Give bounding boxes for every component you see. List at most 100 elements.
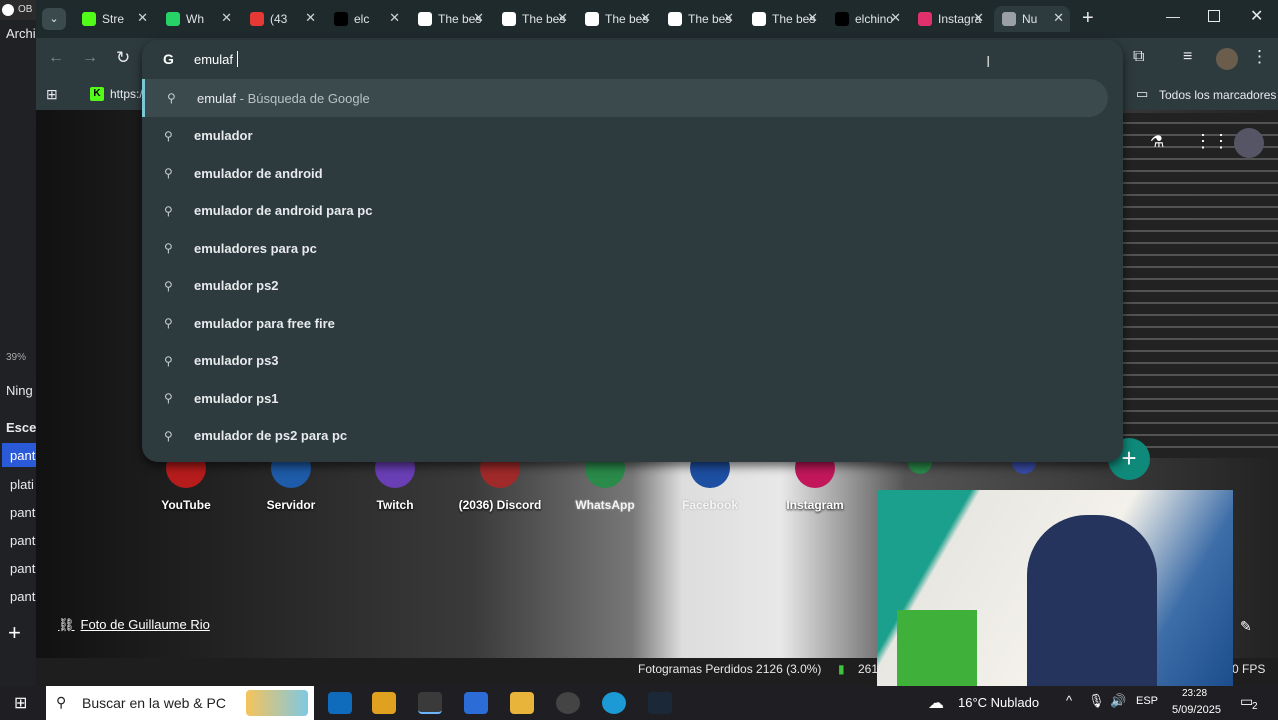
photo-credit-link[interactable]: ⛓ Foto de Guillaume Rio (58, 617, 210, 633)
close-tab-icon[interactable]: ✕ (305, 10, 316, 26)
close-tab-icon[interactable]: ✕ (723, 10, 734, 26)
suggestion-text: emuladores para pc (194, 241, 317, 256)
tab-7[interactable]: The bes ✕ (660, 6, 740, 32)
tab-label: Stre (102, 12, 125, 26)
tab-search-chevron-icon[interactable]: ⌄ (42, 8, 66, 30)
taskbar-search-box[interactable]: ⚲ Buscar en la web & PC (46, 686, 314, 720)
apps-icon[interactable]: ⊞ (46, 86, 58, 103)
forward-arrow-icon[interactable]: → (82, 49, 98, 67)
close-tab-icon[interactable]: ✕ (1053, 10, 1064, 26)
labs-flask-icon[interactable]: ⚗ (1150, 132, 1168, 151)
obs-add-scene-icon[interactable]: + (8, 622, 21, 644)
profile-avatar-toolbar[interactable] (1216, 48, 1238, 70)
tab-6[interactable]: The bes ✕ (577, 6, 657, 32)
shortcut-instagram[interactable]: Instagram (760, 448, 870, 512)
omnibox-suggestion[interactable]: ⚲ emulaf - Búsqueda de Google (142, 79, 1108, 117)
obs-scene-item[interactable]: pant (10, 505, 35, 520)
tab-10[interactable]: Instagra ✕ (910, 6, 990, 32)
signal-bars-icon: ▮ (838, 662, 845, 676)
language-indicator[interactable]: ESP (1136, 695, 1158, 707)
all-bookmarks-button[interactable]: Todos los marcadores (1159, 88, 1276, 102)
store-icon[interactable] (464, 692, 488, 714)
omnibox-suggestion[interactable]: ⚲ emulador ps3 (142, 342, 1108, 380)
file-explorer-icon[interactable] (510, 692, 534, 714)
close-tab-icon[interactable]: ✕ (473, 10, 484, 26)
maximize-button[interactable] (1208, 10, 1220, 22)
search-icon: ⚲ (164, 241, 173, 255)
new-tab-button[interactable]: + (1082, 8, 1094, 28)
tab-5[interactable]: The bes ✕ (494, 6, 574, 32)
shortcut-servidor[interactable]: Servidor (236, 448, 346, 512)
close-tab-icon[interactable]: ✕ (973, 10, 984, 26)
omnibox-suggestion[interactable]: ⚲ emulador ps2 (142, 267, 1108, 305)
tray-chevron-icon[interactable]: ^ (1066, 693, 1072, 708)
extensions-icon[interactable]: ⧉ (1133, 48, 1144, 66)
obs-scene-item[interactable]: plati (10, 477, 34, 492)
close-window-button[interactable]: ✕ (1250, 6, 1263, 26)
clock-time[interactable]: 23:28 (1182, 688, 1207, 699)
close-tab-icon[interactable]: ✕ (137, 10, 148, 26)
close-tab-icon[interactable]: ✕ (807, 10, 818, 26)
suggestion-text: emulador (194, 128, 253, 143)
shortcut-whatsapp[interactable]: WhatsApp (550, 448, 660, 512)
shortcut-youtube[interactable]: YouTube (131, 448, 241, 512)
suggestion-main: emulador ps3 (194, 353, 279, 368)
close-tab-icon[interactable]: ✕ (557, 10, 568, 26)
mic-icon[interactable]: 🎙 (1088, 693, 1105, 709)
edge-icon[interactable] (602, 692, 626, 714)
weather-cloud-icon: ☁ (928, 695, 944, 712)
obs-studio-icon[interactable] (556, 692, 580, 714)
media-queue-icon[interactable]: ≡ (1183, 48, 1192, 66)
omnibox-suggestion[interactable]: ⚲ emulador de ps2 para pc (142, 417, 1108, 455)
obs-scene-item[interactable]: pant (10, 589, 35, 604)
taskbar-search-input[interactable]: Buscar en la web & PC (82, 695, 226, 711)
reload-icon[interactable]: ↻ (116, 48, 130, 68)
customize-pencil-icon[interactable]: ✎ (1240, 618, 1252, 635)
tab-0[interactable]: Stre ✕ (74, 6, 154, 32)
outlook-icon[interactable] (328, 692, 352, 714)
kebab-menu-icon[interactable]: ⋮ (1251, 47, 1268, 67)
apps-grid-icon[interactable]: ⋮⋮⋮ (1194, 132, 1248, 152)
omnibox-suggestion[interactable]: ⚲ emulador de android para pc (142, 192, 1108, 230)
omnibox-input-row[interactable]: G emulaf (142, 40, 1123, 78)
obs-scene-item[interactable]: pant (10, 561, 35, 576)
shortcut-discord[interactable]: (2036) Discord (445, 448, 555, 512)
chrome-icon[interactable] (418, 692, 442, 714)
close-tab-icon[interactable]: ✕ (389, 10, 400, 26)
bookmark-link[interactable]: https:/ (110, 87, 143, 101)
obs-scene-selected[interactable]: pant (2, 443, 36, 467)
tab-8[interactable]: The bes ✕ (744, 6, 824, 32)
obs-source-none: Ning (6, 383, 33, 398)
speaker-icon[interactable]: 🔊 (1110, 693, 1126, 709)
tab-label: (43 (270, 12, 288, 26)
tab-4[interactable]: The bes ✕ (410, 6, 490, 32)
weather-text[interactable]: 16°C Nublado (958, 695, 1039, 710)
windows-start-icon[interactable]: ⊞ (14, 693, 27, 713)
trophy-app-icon[interactable] (372, 692, 396, 714)
steam-icon[interactable] (648, 692, 672, 714)
back-arrow-icon[interactable]: ← (48, 49, 64, 67)
shortcut-facebook[interactable]: Facebook (655, 448, 765, 512)
omnibox-input[interactable]: emulaf (194, 52, 233, 67)
minimize-button[interactable]: — (1166, 8, 1180, 24)
close-tab-icon[interactable]: ✕ (221, 10, 232, 26)
suggestion-main: emuladores para pc (194, 240, 317, 256)
close-tab-icon[interactable]: ✕ (890, 10, 901, 26)
tab-11[interactable]: Nu ✕ (994, 6, 1070, 32)
kick-bookmark-icon[interactable]: K (90, 87, 104, 101)
omnibox-suggestion[interactable]: ⚲ emulador para free fire (142, 304, 1108, 342)
tab-9[interactable]: elchino ✕ (827, 6, 907, 32)
profile-avatar[interactable] (1234, 128, 1264, 158)
tab-2[interactable]: (43 ✕ (242, 6, 322, 32)
omnibox-suggestion[interactable]: ⚲ emulador ps1 (142, 379, 1108, 417)
obs-menu-archivo[interactable]: Archi (6, 26, 36, 41)
omnibox-suggestion[interactable]: ⚲ emuladores para pc (142, 229, 1108, 267)
close-tab-icon[interactable]: ✕ (640, 10, 651, 26)
omnibox-suggestion[interactable]: ⚲ emulador (142, 117, 1108, 155)
clock-date[interactable]: 5/09/2025 (1172, 704, 1221, 716)
tab-1[interactable]: Wh ✕ (158, 6, 238, 32)
shortcut-twitch[interactable]: Twitch (340, 448, 450, 512)
obs-scene-item[interactable]: pant (10, 533, 35, 548)
omnibox-suggestion[interactable]: ⚲ emulador de android (142, 154, 1108, 192)
tab-3[interactable]: elc ✕ (326, 6, 406, 32)
